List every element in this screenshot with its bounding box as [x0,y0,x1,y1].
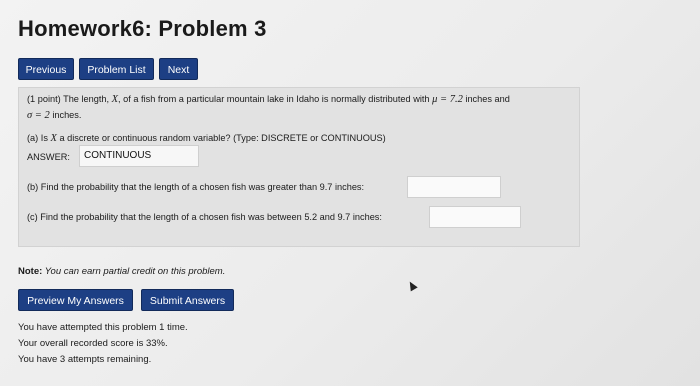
remaining-attempts-text: You have 3 attempts remaining. [18,354,152,365]
statement-suffix: inches and [462,94,510,104]
statement-prefix: (1 point) The length, [27,94,112,104]
sigma-expression: σ = 2 [27,110,50,121]
previous-button[interactable]: Previous [18,58,74,80]
statement-mid: , of a fish from a particular mountain l… [118,94,433,104]
note-text: You can earn partial credit on this prob… [42,266,226,277]
mu-expression: μ = 7.2 [432,94,463,105]
attempts-text: You have attempted this problem 1 time. [18,322,188,333]
problem-box: (1 point) The length, X, of a fish from … [18,87,580,247]
note-label: Note: [18,266,43,277]
statement-line2-suffix: inches. [49,110,82,120]
score-text: Your overall recorded score is 33%. [18,338,168,349]
next-button[interactable]: Next [159,58,198,80]
page-title: Homework6: Problem 3 [18,16,267,41]
submit-answers-button[interactable]: Submit Answers [141,289,234,311]
problem-list-button[interactable]: Problem List [79,58,154,80]
part-a-prefix: (a) Is [27,133,51,143]
part-b-answer-field[interactable] [407,176,501,198]
partial-credit-note: Note: You can earn partial credit on thi… [18,266,225,277]
part-a-suffix: a discrete or continuous random variable… [56,133,386,143]
part-a-question: (a) Is X a discrete or continuous random… [27,133,386,144]
problem-statement-line1: (1 point) The length, X, of a fish from … [27,94,510,105]
answer-label: ANSWER: [27,152,70,162]
mouse-cursor-icon [406,279,418,292]
problem-statement-line2: σ = 2 inches. [27,110,81,121]
part-c-answer-field[interactable] [429,206,521,228]
part-c-question: (c) Find the probability that the length… [27,212,382,222]
preview-answers-button[interactable]: Preview My Answers [18,289,133,311]
answer-a-field[interactable]: CONTINUOUS [79,145,199,167]
part-b-question: (b) Find the probability that the length… [27,182,365,192]
